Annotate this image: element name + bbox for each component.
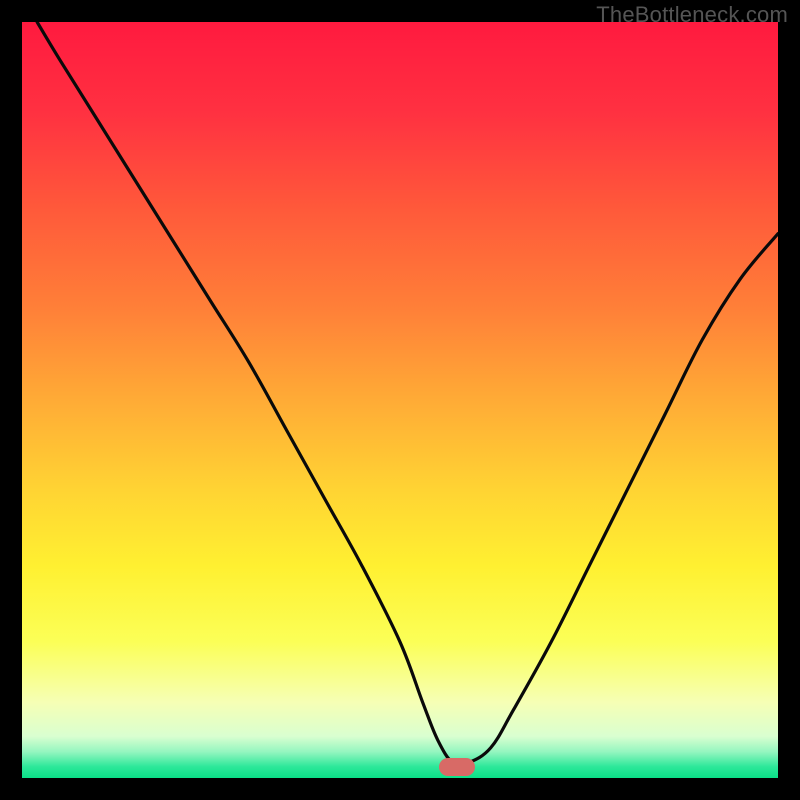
optimal-point-marker <box>439 758 475 776</box>
chart-frame: TheBottleneck.com <box>0 0 800 800</box>
bottleneck-curve-svg <box>22 22 778 778</box>
watermark-text: TheBottleneck.com <box>596 2 788 28</box>
bottleneck-curve <box>37 22 778 765</box>
plot-area <box>22 22 778 778</box>
